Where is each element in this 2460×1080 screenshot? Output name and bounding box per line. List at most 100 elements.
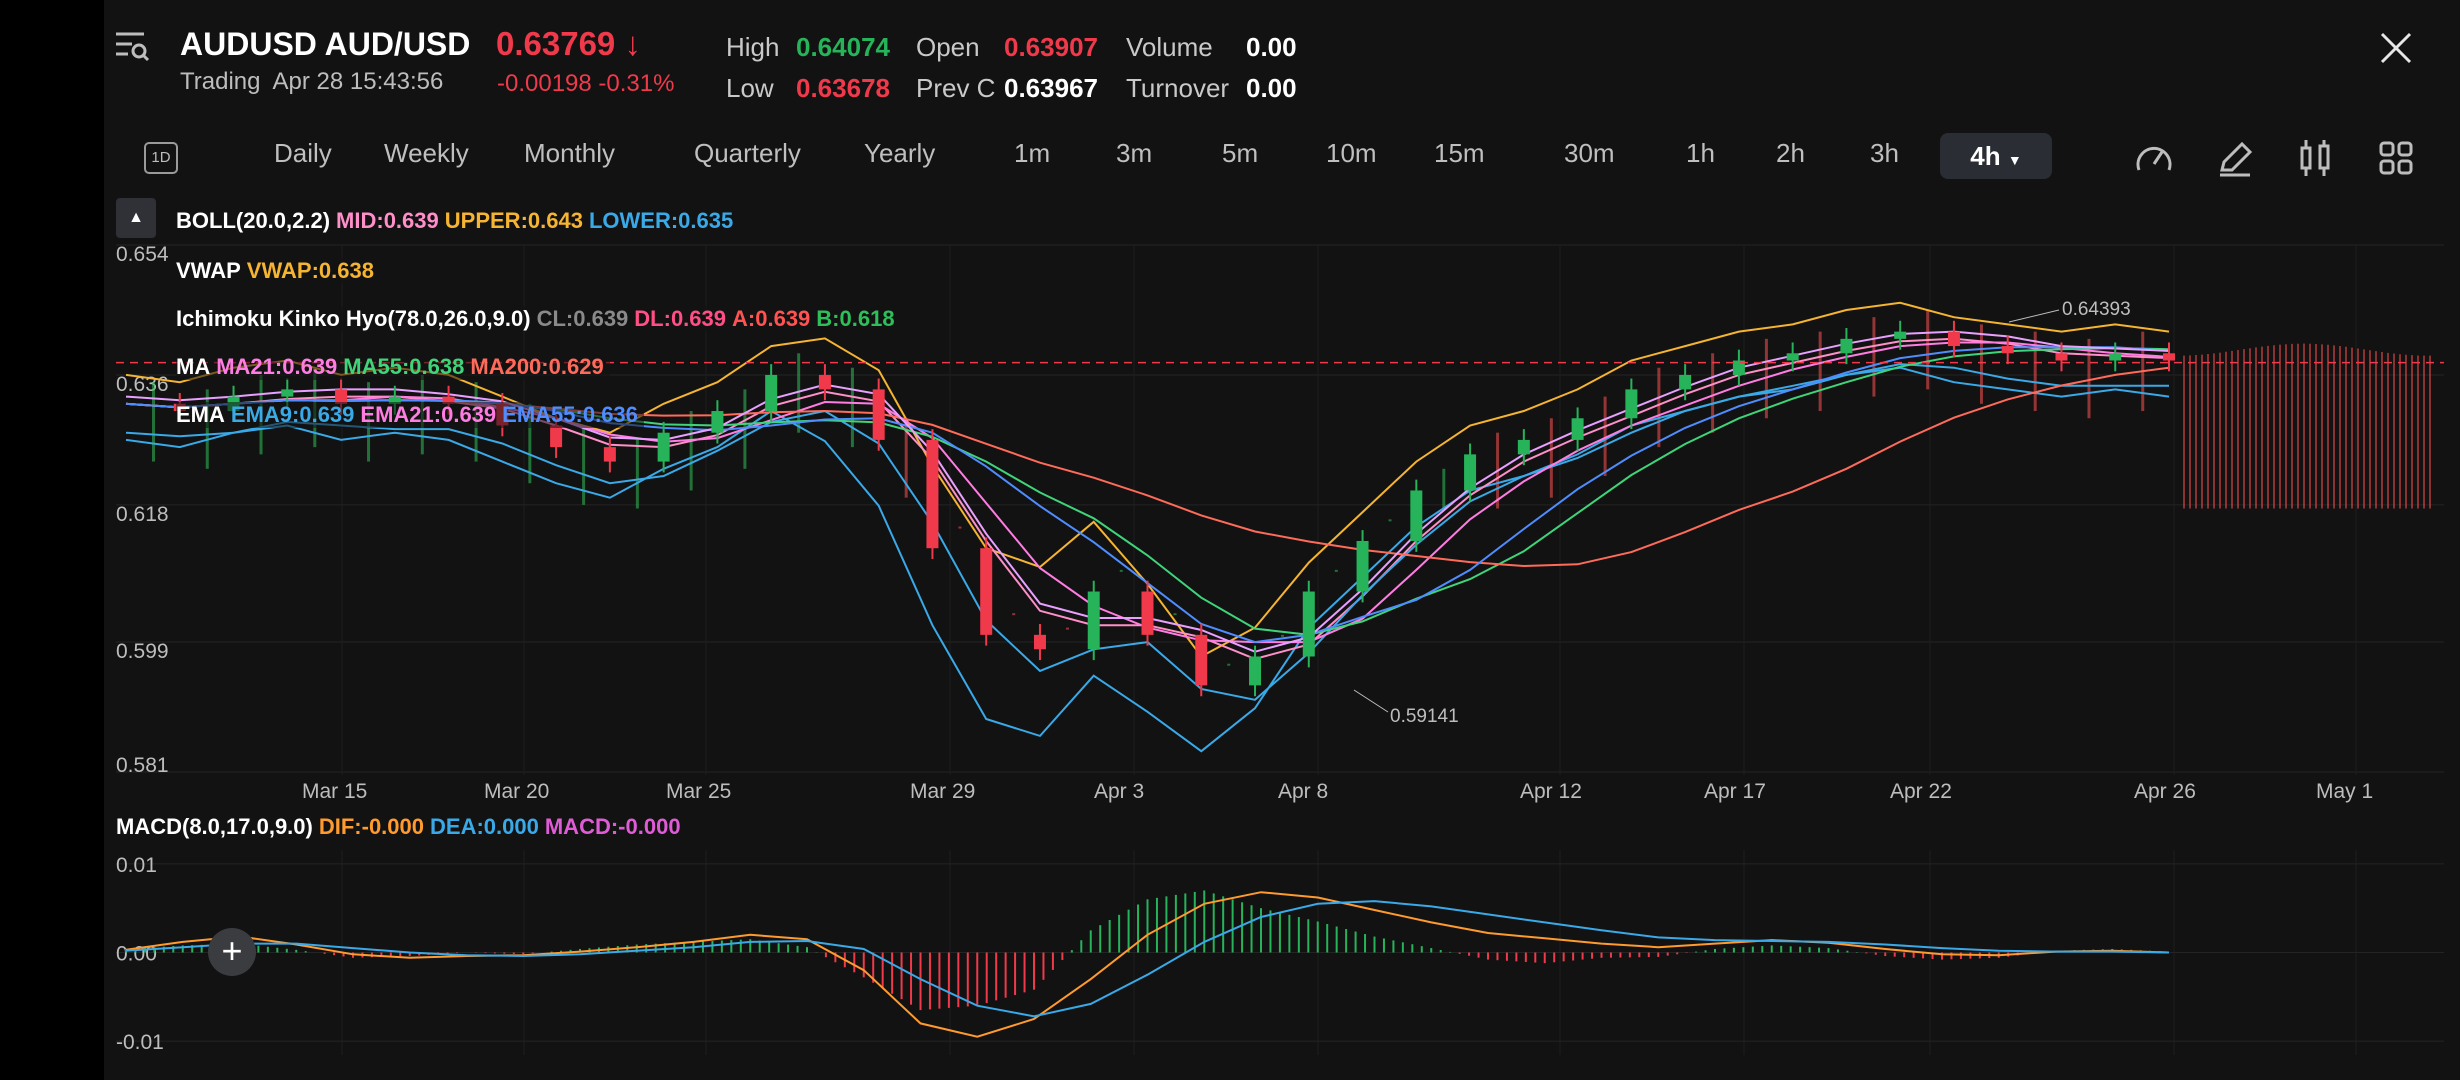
ma200: MA200:0.629 <box>470 354 604 379</box>
ma-name: MA <box>176 354 211 379</box>
price-axis-tick: 0.599 <box>116 640 169 663</box>
candle-body <box>1786 353 1799 361</box>
ichimoku-cloud-bar <box>958 526 962 529</box>
price-axis-tick: 0.581 <box>116 754 169 777</box>
candle-body <box>2109 353 2122 361</box>
candle-body <box>2001 346 2014 354</box>
add-crosshair-button[interactable]: + <box>208 928 256 976</box>
candle-body <box>1410 490 1423 541</box>
ichimoku-legend: Ichimoku Kinko Hyo(78.0,26.0,9.0) CL:0.63… <box>176 306 901 332</box>
candle-body <box>1625 389 1638 419</box>
ichimoku-name: Ichimoku Kinko Hyo(78.0,26.0,9.0) <box>176 306 531 331</box>
ichimoku-cloud-bar <box>1173 613 1177 616</box>
low-annotation-pointer <box>1353 689 1389 713</box>
low-annotation: 0.59141 <box>1390 706 1459 727</box>
time-axis-tick: Mar 29 <box>910 780 975 803</box>
candle-body <box>1249 656 1262 686</box>
ichimoku-cloud-bar <box>1227 663 1231 666</box>
plus-icon: + <box>221 930 243 971</box>
ichimoku-cloud-bar <box>1926 309 1930 390</box>
ichimoku-cl: CL:0.639 <box>536 306 629 331</box>
macd-dea: DEA:0.000 <box>430 814 539 839</box>
ichimoku-cloud-bar <box>2033 331 2037 412</box>
candle-body <box>1302 591 1315 657</box>
ichimoku-cloud-bar <box>1012 613 1016 616</box>
candle-body <box>2055 353 2068 361</box>
ichimoku-a: A:0.639 <box>732 306 811 331</box>
ma55: MA55:0.638 <box>343 354 465 379</box>
candle-body <box>711 411 724 433</box>
candle-body <box>1840 338 1853 354</box>
high-annotation: 0.64393 <box>2062 299 2131 320</box>
time-axis-tick: Mar 25 <box>666 780 731 803</box>
ichimoku-cloud-bar <box>1442 468 1446 509</box>
candle-body <box>1947 331 1960 347</box>
boll-mid: MID:0.639 <box>336 208 439 233</box>
ema-legend: EMA EMA9:0.639 EMA21:0.639 EMA55:0.636 <box>176 402 644 428</box>
ichimoku-cloud-bar <box>850 367 854 448</box>
price-chart[interactable]: 0.6540.6360.6180.5990.581Mar 15 Mar 20 Mar… <box>104 0 2460 1080</box>
ema21: EMA21:0.639 <box>360 402 497 427</box>
ichimoku-cloud-bar <box>1872 317 1876 397</box>
ichimoku-b: B:0.618 <box>816 306 895 331</box>
candle-body <box>1517 439 1530 455</box>
vwap-value: VWAP:0.638 <box>246 258 374 283</box>
macd-dif: DIF:-0.000 <box>318 814 425 839</box>
ichimoku-cloud-bar <box>1388 519 1392 522</box>
ichimoku-cloud-bar <box>1549 418 1553 498</box>
candle-body <box>1195 634 1208 686</box>
candle-body <box>765 374 778 412</box>
ma21: MA21:0.639 <box>216 354 338 379</box>
candle-body <box>1141 591 1154 635</box>
ema-name: EMA <box>176 402 225 427</box>
candle-body <box>1087 591 1100 650</box>
high-annotation-pointer <box>2008 309 2060 323</box>
candle-body <box>926 439 939 549</box>
time-axis-tick: Mar 20 <box>484 780 549 803</box>
price-axis-tick: 0.654 <box>116 243 169 266</box>
macd-axis-tick: 0.01 <box>116 854 157 877</box>
candle-body <box>818 374 831 390</box>
boll-legend: BOLL(20.0,2.2) MID:0.639 UPPER:0.643 LOWER:… <box>176 208 740 234</box>
collapse-legend-button[interactable]: ▲ <box>116 198 156 238</box>
ichimoku-cloud-bar <box>582 425 586 505</box>
candle-body <box>603 447 616 462</box>
time-axis-tick: Apr 17 <box>1704 780 1766 803</box>
chart-app: AUDUSD AUD/USD 0.63769 ↓ Trading Apr 28 … <box>104 0 2460 1080</box>
vwap-name: VWAP <box>176 258 241 283</box>
ichimoku-cloud-bar <box>1119 569 1123 572</box>
candle-body <box>872 389 885 440</box>
price-axis-tick: 0.618 <box>116 503 169 526</box>
boll-name: BOLL(20.0,2.2) <box>176 208 331 233</box>
ichimoku-cloud-bar <box>1281 634 1285 637</box>
macd-legend: MACD(8.0,17.0,9.0) DIF:-0.000 DEA:0.000 MAC… <box>116 814 687 840</box>
candle-body <box>657 432 670 462</box>
ichimoku-cloud-bar <box>1334 569 1338 572</box>
boll-lower: LOWER:0.635 <box>588 208 734 233</box>
vwap-legend: VWAP VWAP:0.638 <box>176 258 380 284</box>
boll-upper: UPPER:0.643 <box>444 208 583 233</box>
ma-legend: MA MA21:0.639 MA55:0.638 MA200:0.629 <box>176 354 610 380</box>
candle-body <box>980 548 993 635</box>
ema9: EMA9:0.639 <box>230 402 355 427</box>
candle-body <box>1894 331 1907 339</box>
candle-body <box>1356 540 1369 592</box>
time-axis-tick: Apr 22 <box>1890 780 1952 803</box>
time-axis-tick: Apr 26 <box>2134 780 2196 803</box>
candle-body <box>1679 374 1692 390</box>
ichimoku-cloud-bar <box>635 439 639 509</box>
time-axis-tick: Apr 3 <box>1094 780 1144 803</box>
ichimoku-cloud-bar <box>152 382 155 462</box>
ichimoku-cloud-bar <box>1818 331 1822 412</box>
ema55: EMA55:0.636 <box>502 402 638 427</box>
caret-up-icon: ▲ <box>128 209 144 226</box>
candle-body <box>1464 454 1477 491</box>
candle-body <box>1571 418 1584 440</box>
ichimoku-cloud-bar <box>1979 324 1983 404</box>
macd-axis-tick: -0.01 <box>116 1031 164 1054</box>
ichimoku-dl: DL:0.639 <box>634 306 727 331</box>
time-axis-tick: May 1 <box>2316 780 2373 803</box>
ichimoku-cloud-bar <box>689 411 693 491</box>
time-axis-tick: Apr 12 <box>1520 780 1582 803</box>
candle-body <box>281 389 294 397</box>
